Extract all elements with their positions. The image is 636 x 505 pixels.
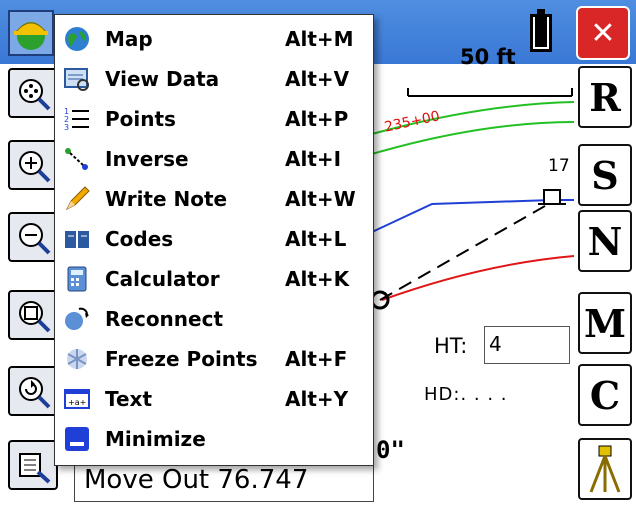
menu-item-inverse[interactable]: Inverse Alt+I [55, 139, 373, 179]
tripod-icon [589, 445, 621, 493]
reconnect-icon [65, 307, 89, 330]
menu-item-text[interactable]: +a+ Text Alt+Y [55, 379, 373, 419]
view-data-icon [64, 68, 89, 91]
stake-button[interactable]: S [578, 144, 632, 206]
status-text: Move Out 76.747 [84, 465, 309, 495]
menu-item-codes[interactable]: Codes Alt+L [55, 219, 373, 259]
menu-item-shortcut: Alt+M [285, 27, 354, 51]
menu-item-label: Freeze Points [105, 347, 258, 371]
numbered-list-icon: 123 [64, 107, 89, 132]
menu-item-shortcut: Alt+V [285, 67, 350, 91]
zoom-window-icon[interactable] [8, 290, 58, 340]
zoom-previous-icon[interactable] [8, 366, 58, 416]
close-button[interactable]: ✕ [576, 6, 630, 60]
menu-item-label: Text [105, 387, 153, 411]
config-button[interactable]: C [578, 364, 632, 426]
menu-item-label: Inverse [105, 147, 189, 171]
menu-item-shortcut: Alt+W [285, 187, 356, 211]
ht-input[interactable]: 4 [484, 326, 570, 364]
menu-item-shortcut: Alt+K [285, 267, 350, 291]
svg-text:+a+: +a+ [68, 398, 86, 407]
menu-item-shortcut: Alt+I [285, 147, 342, 171]
menu-item-label: Write Note [105, 187, 228, 211]
pencil-icon [65, 186, 90, 211]
menu-item-label: Codes [105, 227, 174, 251]
partial-value-text: 0" [376, 436, 405, 464]
measure-button[interactable]: M [578, 292, 632, 354]
menu-item-calculator[interactable]: Calculator Alt+K [55, 259, 373, 299]
menu-item-shortcut: Alt+L [285, 227, 347, 251]
zoom-in-icon[interactable] [8, 140, 58, 190]
popup-menu: Map Alt+M View Data Alt+V 123 Points Alt… [54, 14, 374, 466]
detail-view-icon[interactable] [8, 440, 58, 490]
tripod-button[interactable] [578, 438, 632, 500]
hd-label: HD:. . . . [424, 384, 508, 405]
menu-item-shortcut: Alt+F [285, 347, 348, 371]
menu-item-label: Minimize [105, 427, 206, 451]
globe-icon [65, 27, 89, 51]
menu-item-view-data[interactable]: View Data Alt+V [55, 59, 373, 99]
book-icon [65, 231, 89, 248]
menu-item-shortcut: Alt+P [285, 107, 349, 131]
calculator-icon [67, 266, 87, 292]
carlson-hardhat-icon[interactable] [8, 10, 54, 56]
rod-button[interactable]: R [578, 66, 632, 128]
scale-bar-label: 50 ft [460, 45, 516, 69]
svg-text:3: 3 [64, 123, 69, 132]
menu-item-label: Calculator [105, 267, 220, 291]
menu-item-reconnect[interactable]: Reconnect [55, 299, 373, 339]
battery-icon [530, 9, 552, 52]
menu-item-minimize[interactable]: Minimize [55, 419, 373, 459]
menu-item-label: Reconnect [105, 307, 224, 331]
minimize-icon [65, 427, 89, 451]
zoom-out-icon[interactable] [8, 212, 58, 262]
point-number-label: 17 [548, 156, 570, 176]
menu-item-map[interactable]: Map Alt+M [55, 19, 373, 59]
menu-item-label: View Data [105, 67, 220, 91]
ht-label: HT: [434, 334, 468, 358]
next-button[interactable]: N [578, 210, 632, 272]
text-field-icon: +a+ [64, 389, 90, 409]
zoom-extents-icon[interactable] [8, 68, 58, 118]
menu-item-write-note[interactable]: Write Note Alt+W [55, 179, 373, 219]
inverse-icon [65, 148, 88, 170]
menu-item-shortcut: Alt+Y [285, 387, 349, 411]
menu-item-points[interactable]: 123 Points Alt+P [55, 99, 373, 139]
menu-item-freeze-points[interactable]: Freeze Points Alt+F [55, 339, 373, 379]
freeze-icon [67, 349, 87, 369]
menu-item-label: Map [105, 27, 153, 51]
menu-item-label: Points [105, 107, 176, 131]
